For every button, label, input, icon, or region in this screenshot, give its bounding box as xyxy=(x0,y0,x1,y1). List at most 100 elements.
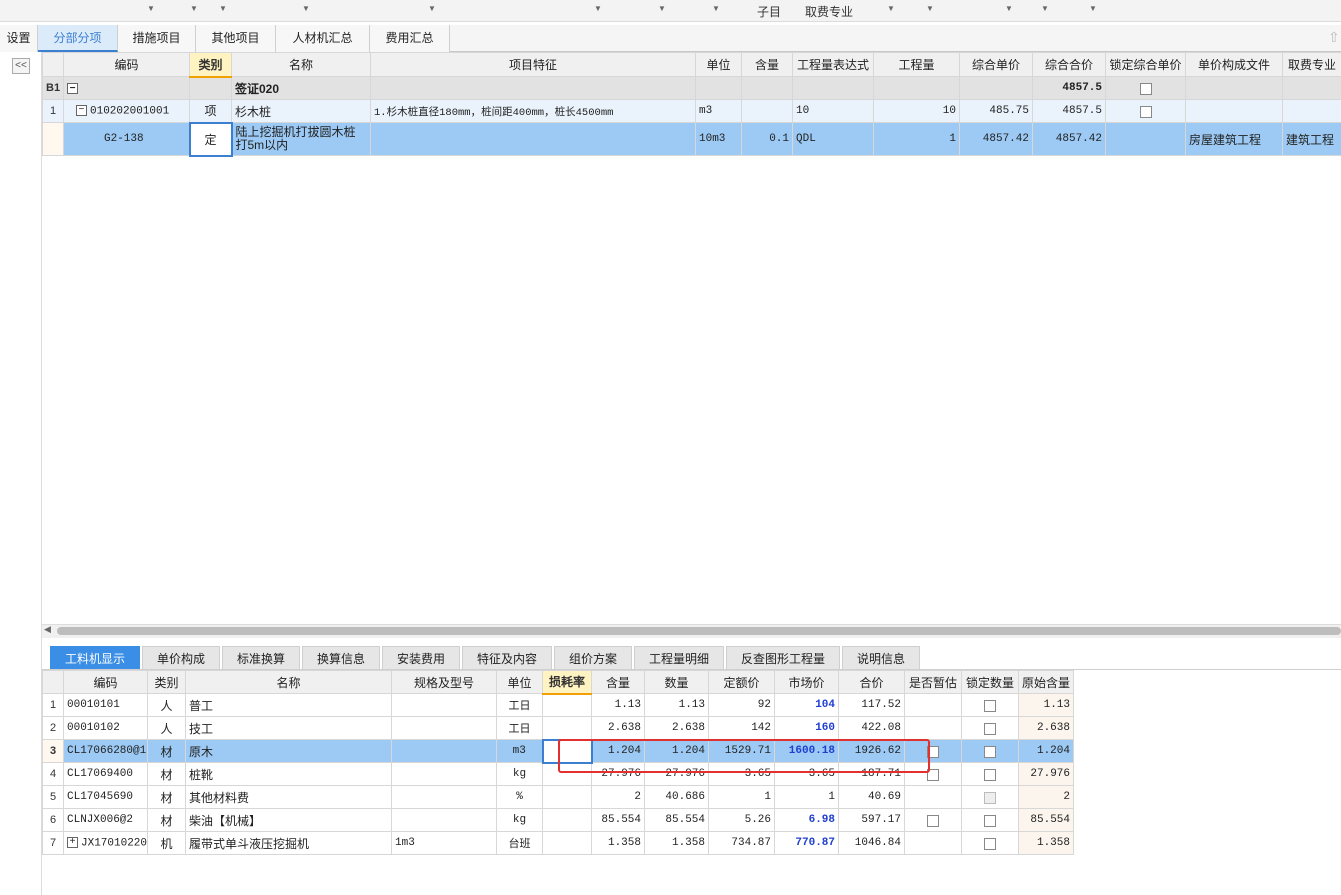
total-cell[interactable]: 4857.42 xyxy=(1032,122,1106,156)
header-lock-price[interactable]: 锁定综合单价 xyxy=(1105,52,1186,77)
lock-qty-cell[interactable] xyxy=(961,762,1019,786)
type-cell-editing[interactable]: 定 xyxy=(188,121,233,157)
dropdown-caret-icon[interactable]: ▼ xyxy=(926,4,934,13)
ratio-cell[interactable]: 85.554 xyxy=(591,808,645,832)
header-loss-rate[interactable]: 损耗率 xyxy=(542,670,592,695)
header-base-price[interactable]: 定额价 xyxy=(708,670,775,694)
base-price-cell[interactable]: 5.26 xyxy=(708,808,775,832)
market-price-cell[interactable]: 6.98 xyxy=(774,808,839,832)
code-cell[interactable]: CLNJX006@2 xyxy=(63,808,148,832)
tab-quantity-detail[interactable]: 工程量明细 xyxy=(634,646,724,670)
name-cell[interactable]: 柴油【机械】 xyxy=(185,808,392,832)
expr-cell[interactable] xyxy=(792,76,874,100)
name-cell[interactable]: 其他材料费 xyxy=(185,785,392,809)
spec-cell[interactable] xyxy=(391,739,497,763)
dropdown-caret-icon[interactable]: ▼ xyxy=(658,4,666,13)
estimate-cell[interactable] xyxy=(904,785,962,809)
collapse-pane-button[interactable]: << xyxy=(12,58,30,74)
loss-rate-cell[interactable] xyxy=(542,716,592,740)
type-cell[interactable]: 材 xyxy=(147,762,186,786)
header-name[interactable]: 名称 xyxy=(185,670,392,694)
header-total[interactable]: 综合合价 xyxy=(1032,52,1106,77)
lock-qty-cell[interactable] xyxy=(961,785,1019,809)
feature-cell[interactable] xyxy=(370,76,696,100)
spec-cell[interactable] xyxy=(391,785,497,809)
header-name[interactable]: 名称 xyxy=(231,52,371,77)
tab-fenbu-fenxiang[interactable]: 分部分项 xyxy=(38,25,118,52)
unit-cell[interactable]: % xyxy=(496,785,543,809)
scroll-left-icon[interactable]: ◀ xyxy=(44,624,51,635)
header-expr[interactable]: 工程量表达式 xyxy=(792,52,874,77)
total-cell[interactable]: 1046.84 xyxy=(838,831,905,855)
tree-collapse-icon[interactable]: − xyxy=(76,104,87,116)
ratio-cell[interactable]: 2 xyxy=(591,785,645,809)
lock-qty-checkbox[interactable] xyxy=(984,768,996,781)
loss-rate-cell[interactable] xyxy=(542,693,592,717)
header-lock-qty[interactable]: 锁定数量 xyxy=(961,670,1019,694)
lock-qty-cell[interactable] xyxy=(961,739,1019,763)
tree-expand-icon[interactable]: + xyxy=(67,836,78,848)
table-row[interactable]: 6 CLNJX006@2 材柴油【机械】 kg 85.554 85.554 5.26 6.98… xyxy=(42,808,1074,832)
lock-price-checkbox[interactable] xyxy=(1139,82,1152,95)
tab-measures[interactable]: 措施项目 xyxy=(118,25,196,52)
code-cell[interactable]: CL17069400 xyxy=(63,762,148,786)
tab-labor-material-summary[interactable]: 人材机汇总 xyxy=(276,25,370,52)
price-file-cell[interactable] xyxy=(1185,76,1283,100)
ratio-cell[interactable] xyxy=(741,76,793,100)
estimate-checkbox[interactable] xyxy=(927,814,939,827)
name-cell[interactable]: 杉木桩 xyxy=(231,99,371,123)
code-cell[interactable]: 00010101 xyxy=(63,693,148,717)
table-row[interactable]: 7 + JX17010220 机履带式单斗液压挖掘机 1m3 台班 1.358 1.358 73… xyxy=(42,831,1074,855)
feature-cell[interactable]: 1.杉木桩直径180mm，桩间距400mm，桩长4500mm xyxy=(370,99,696,123)
lock-qty-checkbox[interactable] xyxy=(984,837,996,850)
lock-qty-checkbox[interactable] xyxy=(984,745,996,758)
lock-price-cell[interactable] xyxy=(1105,122,1186,156)
header-feature[interactable]: 项目特征 xyxy=(370,52,696,77)
unit-cell[interactable] xyxy=(695,76,742,100)
total-cell[interactable]: 597.17 xyxy=(838,808,905,832)
table-row-selected[interactable]: G2-138 定 陆上挖掘机打拔圆木桩打5m以内 10m3 0.1 QDL 1 … xyxy=(42,121,1341,157)
tab-fee-summary[interactable]: 费用汇总 xyxy=(370,25,450,52)
name-cell[interactable]: 原木 xyxy=(185,739,392,763)
total-cell[interactable]: 4857.5 xyxy=(1032,99,1106,123)
dropdown-caret-icon[interactable]: ▼ xyxy=(712,4,720,13)
ratio-cell[interactable] xyxy=(741,99,793,123)
total-cell[interactable]: 422.08 xyxy=(838,716,905,740)
ratio-cell[interactable]: 0.1 xyxy=(741,122,793,156)
tree-collapse-icon[interactable]: − xyxy=(67,83,78,95)
lock-qty-cell[interactable] xyxy=(961,716,1019,740)
table-row[interactable]: 1 −010202001001 项 杉木桩 1.杉木桩直径180mm，桩间距40… xyxy=(42,99,1341,123)
unit-cell[interactable]: kg xyxy=(496,762,543,786)
fee-major-cell[interactable] xyxy=(1282,76,1341,100)
scrollbar-thumb[interactable] xyxy=(57,627,1341,635)
total-cell[interactable]: 40.69 xyxy=(838,785,905,809)
orig-ratio-cell[interactable]: 1.204 xyxy=(1018,739,1074,763)
name-cell[interactable]: 签证020 xyxy=(231,76,371,100)
code-cell[interactable]: CL17045690 xyxy=(63,785,148,809)
loss-rate-cell[interactable] xyxy=(542,785,592,809)
orig-ratio-cell[interactable]: 2 xyxy=(1018,785,1074,809)
table-row[interactable]: 2 00010102 人技工 工日 2.638 2.638 142 160 422.08 2.63… xyxy=(42,716,1074,740)
lock-price-cell[interactable] xyxy=(1105,76,1186,100)
spec-cell[interactable] xyxy=(391,716,497,740)
tab-other-items[interactable]: 其他项目 xyxy=(196,25,276,52)
name-cell[interactable]: 普工 xyxy=(185,693,392,717)
expr-cell[interactable]: QDL xyxy=(792,122,874,156)
header-unit-price[interactable]: 综合单价 xyxy=(959,52,1033,77)
lock-price-checkbox[interactable] xyxy=(1139,105,1152,118)
lock-qty-checkbox[interactable] xyxy=(984,699,996,712)
type-cell[interactable]: 人 xyxy=(147,693,186,717)
lock-qty-cell[interactable] xyxy=(961,808,1019,832)
tab-pricing-plan[interactable]: 组价方案 xyxy=(554,646,632,670)
market-price-cell[interactable]: 1 xyxy=(774,785,839,809)
table-row[interactable]: B1 − 签证020 4857.5 xyxy=(42,76,1341,100)
expr-cell[interactable]: 10 xyxy=(792,99,874,123)
qty-cell[interactable]: 1 xyxy=(873,122,960,156)
type-cell[interactable]: 材 xyxy=(147,739,186,763)
total-cell[interactable]: 4857.5 xyxy=(1032,76,1106,100)
ratio-cell[interactable]: 1.358 xyxy=(591,831,645,855)
code-cell[interactable]: G2-138 xyxy=(63,122,190,156)
header-total[interactable]: 合价 xyxy=(838,670,905,694)
unit-price-cell[interactable] xyxy=(959,76,1033,100)
type-cell[interactable]: 项 xyxy=(189,99,232,123)
